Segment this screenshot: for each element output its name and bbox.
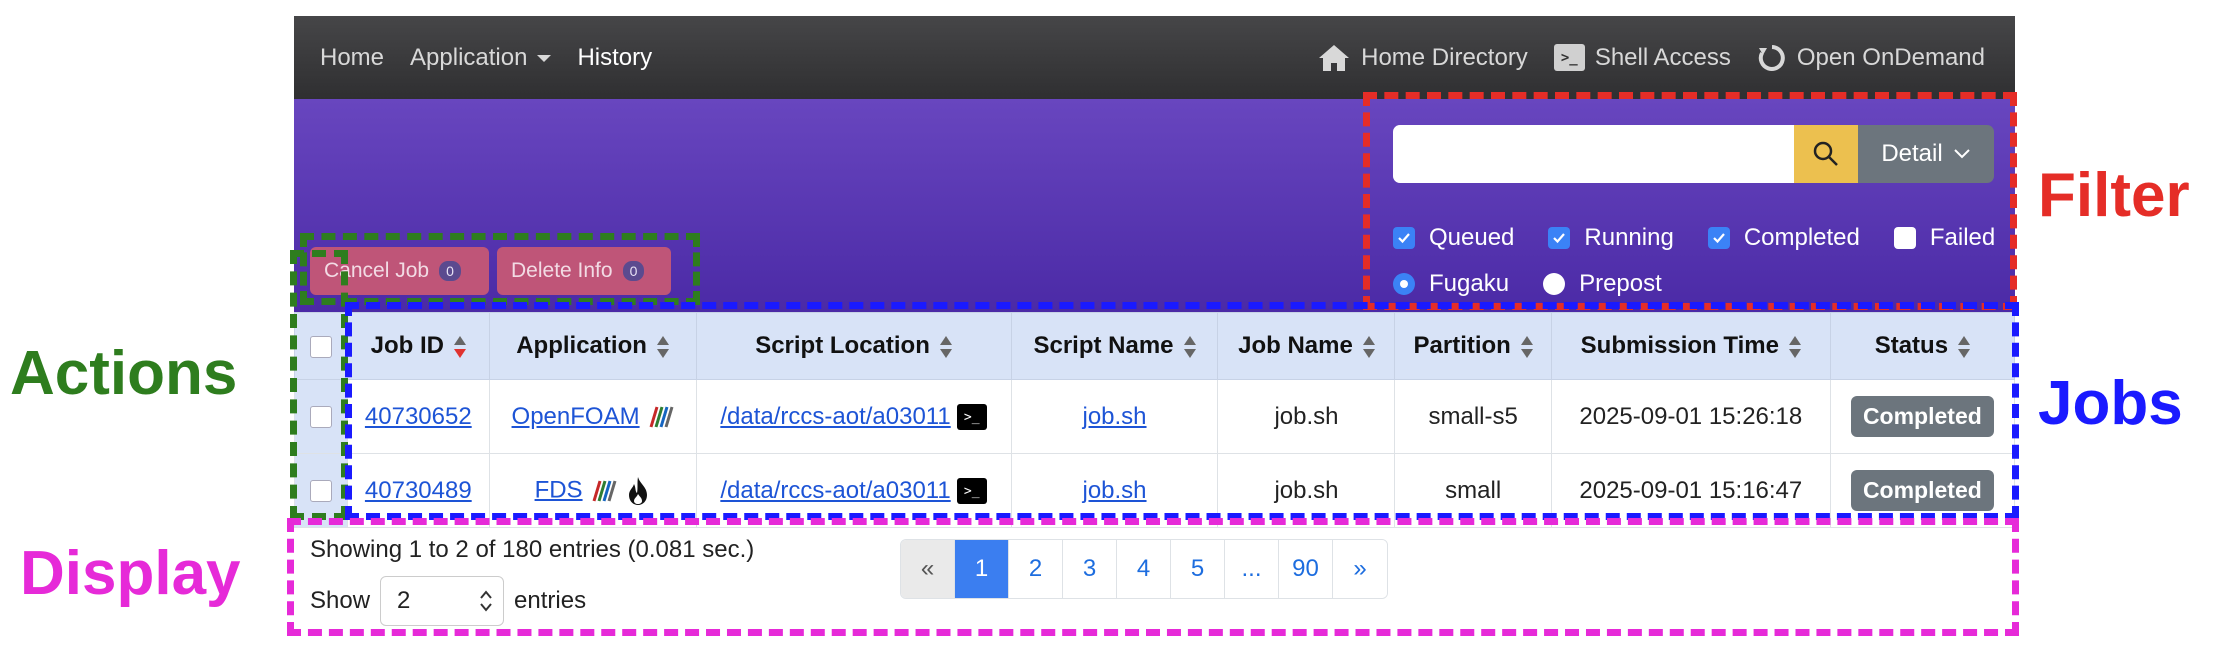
actions-annotation-box-side — [290, 250, 348, 520]
actions-annotation-box-top — [300, 233, 700, 305]
nav-history[interactable]: History — [577, 44, 652, 72]
display-annotation-box — [287, 518, 2019, 636]
jobs-annotation-label: Jobs — [2038, 369, 2183, 438]
filter-annotation-box — [1363, 92, 2017, 310]
navbar-right: Home Directory >_ Shell Access Open OnDe… — [1317, 16, 1985, 99]
display-annotation-label: Display — [20, 539, 241, 608]
chevron-down-icon — [537, 54, 552, 62]
navbar: Home Application History Home Directory … — [294, 16, 2015, 99]
jobs-annotation-box — [345, 302, 2019, 520]
open-ondemand-link[interactable]: Open OnDemand — [1757, 43, 1985, 73]
nav-home[interactable]: Home — [320, 44, 384, 72]
ondemand-icon — [1758, 44, 1785, 71]
nav-application[interactable]: Application — [410, 43, 552, 72]
shell-access-label: Shell Access — [1594, 43, 1731, 71]
home-directory-link[interactable]: Home Directory — [1317, 43, 1528, 73]
home-icon — [1319, 44, 1350, 71]
nav-application-label: Application — [410, 43, 528, 71]
open-ondemand-label: Open OnDemand — [1796, 43, 1985, 71]
actions-annotation-label: Actions — [10, 339, 238, 408]
home-directory-label: Home Directory — [1361, 43, 1528, 71]
filter-annotation-label: Filter — [2038, 161, 2190, 230]
shell-access-link[interactable]: >_ Shell Access — [1553, 43, 1731, 72]
terminal-icon: >_ — [1553, 44, 1585, 71]
